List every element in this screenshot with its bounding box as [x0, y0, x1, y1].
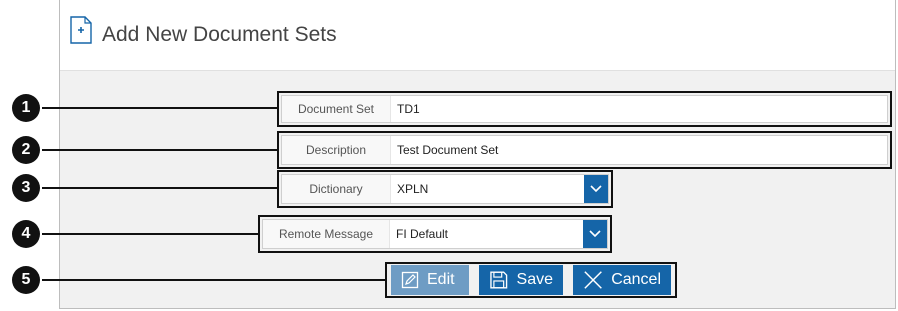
callout-2: 2 — [12, 136, 40, 164]
remote-message-label: Remote Message — [263, 220, 390, 248]
callout-line — [42, 233, 258, 235]
description-field[interactable]: Test Document Set — [391, 136, 887, 164]
dictionary-row: Dictionary XPLN — [281, 174, 609, 204]
callout-line — [42, 279, 386, 281]
remote-message-select[interactable]: FI Default — [390, 220, 583, 248]
panel-header: Add New Document Sets — [60, 0, 895, 71]
document-set-row: Document Set TD1 — [281, 95, 888, 123]
document-set-label: Document Set — [282, 96, 391, 122]
dictionary-select[interactable]: XPLN — [391, 175, 584, 203]
edit-button-label: Edit — [427, 271, 455, 288]
callout-line — [42, 107, 278, 109]
cancel-button[interactable]: Cancel — [573, 265, 671, 295]
page-title: Add New Document Sets — [102, 23, 337, 46]
close-icon — [584, 271, 602, 289]
document-add-icon — [70, 16, 92, 44]
remote-message-dropdown-button[interactable] — [583, 220, 607, 248]
action-buttons: Edit Save Cancel — [391, 265, 671, 295]
callout-4: 4 — [12, 220, 40, 248]
pencil-icon — [401, 271, 419, 289]
callout-5: 5 — [12, 266, 40, 294]
dictionary-dropdown-button[interactable] — [584, 175, 608, 203]
dictionary-label: Dictionary — [282, 175, 391, 203]
callout-1: 1 — [12, 94, 40, 122]
save-button-label: Save — [516, 271, 553, 288]
floppy-disk-icon — [490, 271, 508, 289]
save-button[interactable]: Save — [479, 265, 563, 295]
callout-line — [42, 149, 278, 151]
edit-button[interactable]: Edit — [391, 265, 469, 295]
description-row: Description Test Document Set — [281, 135, 888, 165]
remote-message-row: Remote Message FI Default — [262, 219, 608, 249]
cancel-button-label: Cancel — [611, 271, 661, 288]
callout-3: 3 — [12, 174, 40, 202]
document-set-field[interactable]: TD1 — [391, 96, 887, 122]
chevron-down-icon — [590, 185, 602, 193]
chevron-down-icon — [589, 230, 601, 238]
description-label: Description — [282, 136, 391, 164]
callout-line — [42, 187, 278, 189]
